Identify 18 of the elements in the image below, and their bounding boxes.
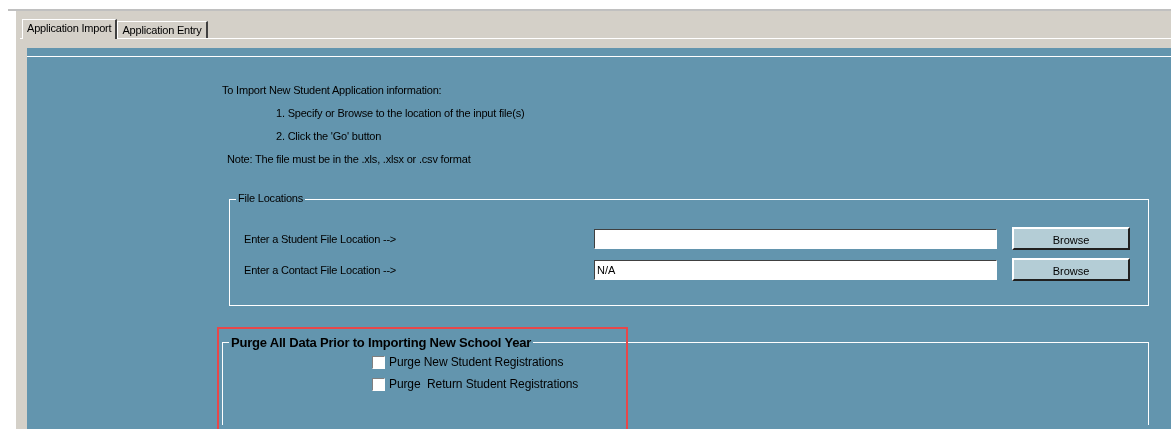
field-label: Enter a Contact File Location --> (243, 263, 398, 276)
checkbox[interactable] (372, 355, 385, 369)
field-label: Enter a Student File Location --> (243, 232, 398, 245)
format-note: Note: The file must be in the .xls, .xlsx or .csv format (227, 153, 472, 165)
instructions-heading: To Import New Student Application information: (222, 84, 443, 96)
file-path-field[interactable] (594, 228, 997, 249)
checkbox-label: Purge New Student Registrations (389, 355, 564, 369)
checkbox-label: Purge Return Student Registrations (389, 377, 579, 391)
instruction-step: 2. Click the 'Go' button (276, 130, 1171, 142)
checkbox[interactable] (372, 377, 385, 391)
tab[interactable]: Application Import (22, 19, 118, 39)
browse-button[interactable]: Browse (1012, 227, 1130, 250)
group-title: File Locations (236, 192, 306, 204)
instruction-step: 1. Specify or Browse to the location of the input file(s) (276, 107, 1171, 119)
browse-button[interactable]: Browse (1012, 258, 1130, 281)
group-title: Purge All Data Prior to Importing New School Year (229, 335, 534, 350)
file-path-field[interactable]: N/A (594, 259, 997, 280)
tab[interactable]: Application Entry (117, 21, 208, 38)
